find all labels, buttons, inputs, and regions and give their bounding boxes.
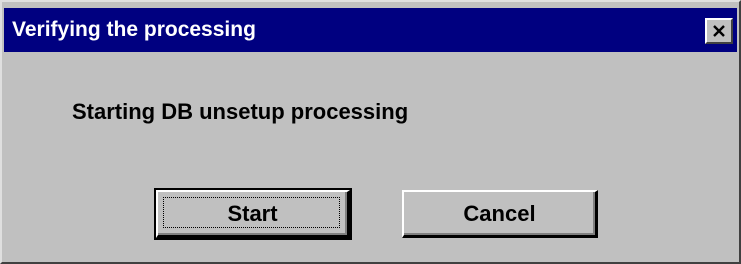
close-button[interactable] — [705, 18, 733, 44]
cancel-button[interactable]: Cancel — [402, 190, 598, 238]
dialog-message: Starting DB unsetup processing — [72, 99, 409, 124]
start-button-label: Start — [227, 200, 278, 226]
title-bar[interactable]: Verifying the processing — [4, 8, 737, 52]
close-icon — [713, 25, 725, 37]
dialog-window: Verifying the processing Starting DB uns… — [0, 0, 741, 264]
cancel-button-label: Cancel — [463, 200, 536, 226]
window-title: Verifying the processing — [12, 18, 256, 41]
start-button[interactable]: Start — [154, 188, 352, 240]
